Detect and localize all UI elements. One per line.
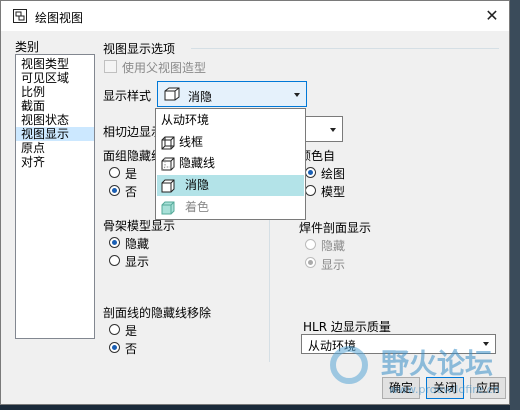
section-hidden-label: 剖面线的隐藏线移除 bbox=[103, 306, 212, 320]
color-from-drawing-label: 绘图 bbox=[321, 167, 346, 181]
display-style-label: 显示样式 bbox=[103, 89, 152, 103]
drawing-view-dialog: 绘图视图 ✕ 类别 视图类型 可见区域 比例 截面 视图状态 视图显示 原点 对… bbox=[0, 0, 510, 405]
dropdown-item-hidden-line[interactable]: 隐藏线 bbox=[157, 153, 304, 174]
close-window-button[interactable]: ✕ bbox=[475, 1, 509, 31]
face-hidden-no-label: 否 bbox=[125, 185, 138, 199]
weld-section-label: 焊件剖面显示 bbox=[299, 221, 372, 235]
section-hidden-yes-radio[interactable] bbox=[109, 324, 120, 335]
title-bar: 绘图视图 ✕ bbox=[1, 1, 509, 31]
face-hidden-yes-label: 是 bbox=[125, 167, 138, 181]
category-item-view-type[interactable]: 视图类型 bbox=[16, 57, 94, 71]
use-parent-label: 使用父视图造型 bbox=[122, 61, 207, 75]
display-style-value: 消隐 bbox=[188, 90, 213, 104]
dropdown-item-label: 从动环境 bbox=[161, 113, 210, 127]
skeleton-hide-label: 隐藏 bbox=[125, 237, 150, 251]
weld-hide-radio[interactable] bbox=[305, 239, 316, 250]
no-hidden-icon bbox=[161, 179, 175, 193]
chevron-down-icon bbox=[330, 128, 336, 132]
dropdown-item-label: 着色 bbox=[185, 200, 210, 214]
no-hidden-icon bbox=[164, 87, 180, 101]
category-item-section[interactable]: 截面 bbox=[16, 99, 94, 113]
section-hidden-yes-label: 是 bbox=[125, 324, 138, 338]
weld-show-label: 显示 bbox=[321, 258, 346, 272]
weld-hide-label: 隐藏 bbox=[321, 239, 346, 253]
face-hidden-no-radio[interactable] bbox=[109, 185, 120, 196]
face-hidden-yes-radio[interactable] bbox=[109, 167, 120, 178]
category-item-view-display[interactable]: 视图显示 bbox=[16, 127, 94, 141]
skeleton-show-radio[interactable] bbox=[109, 255, 120, 266]
hidden-line-icon bbox=[161, 157, 175, 171]
category-label: 类别 bbox=[15, 40, 40, 54]
skeleton-show-label: 显示 bbox=[125, 255, 150, 269]
color-from-model-radio[interactable] bbox=[305, 185, 316, 196]
dropdown-item-follow-env[interactable]: 从动环境 bbox=[157, 110, 304, 131]
hlr-quality-label: HLR 边显示质量 bbox=[303, 320, 391, 334]
wireframe-icon bbox=[161, 136, 175, 150]
view-display-group-label: 视图显示选项 bbox=[103, 42, 176, 56]
group-divider bbox=[191, 48, 499, 49]
category-listbox[interactable]: 视图类型 可见区域 比例 截面 视图状态 视图显示 原点 对齐 bbox=[15, 54, 95, 339]
watermark-text: 野火论坛 bbox=[381, 347, 493, 380]
section-hidden-no-radio[interactable] bbox=[109, 342, 120, 353]
chevron-down-icon bbox=[294, 93, 300, 97]
use-parent-checkbox[interactable] bbox=[104, 60, 117, 73]
dropdown-item-label: 隐藏线 bbox=[179, 156, 216, 170]
display-style-dropdown: 从动环境 线框 隐藏线 消隐 着色 bbox=[155, 108, 306, 220]
watermark-logo: 野火论坛 www.proewildfire.cn bbox=[330, 346, 500, 396]
tangent-edge-combo[interactable] bbox=[301, 116, 343, 142]
watermark-url: www.proewildfire.cn bbox=[389, 383, 500, 396]
color-from-drawing-radio[interactable] bbox=[305, 167, 316, 178]
dropdown-item-label: 线框 bbox=[179, 135, 204, 149]
dropdown-item-no-hidden[interactable]: 消隐 bbox=[157, 175, 304, 196]
display-style-combo[interactable]: 消隐 bbox=[157, 81, 307, 107]
category-item-visible-area[interactable]: 可见区域 bbox=[16, 71, 94, 85]
category-item-alignment[interactable]: 对齐 bbox=[16, 155, 94, 169]
dropdown-item-label: 消隐 bbox=[185, 178, 210, 192]
weld-show-radio[interactable] bbox=[305, 257, 316, 268]
shading-icon bbox=[161, 201, 175, 215]
category-item-view-state[interactable]: 视图状态 bbox=[16, 113, 94, 127]
drawing-view-app-icon bbox=[13, 9, 27, 23]
color-from-model-label: 模型 bbox=[321, 185, 346, 199]
dropdown-item-shading[interactable]: 着色 bbox=[157, 197, 304, 218]
category-item-scale[interactable]: 比例 bbox=[16, 85, 94, 99]
window-title: 绘图视图 bbox=[35, 11, 84, 25]
category-item-origin[interactable]: 原点 bbox=[16, 141, 94, 155]
dropdown-item-wireframe[interactable]: 线框 bbox=[157, 132, 304, 153]
section-hidden-no-label: 否 bbox=[125, 342, 138, 356]
skeleton-hide-radio[interactable] bbox=[109, 237, 120, 248]
face-hidden-label: 面组隐藏线 bbox=[103, 149, 164, 163]
tangent-edge-label: 相切边显示 bbox=[103, 125, 164, 139]
